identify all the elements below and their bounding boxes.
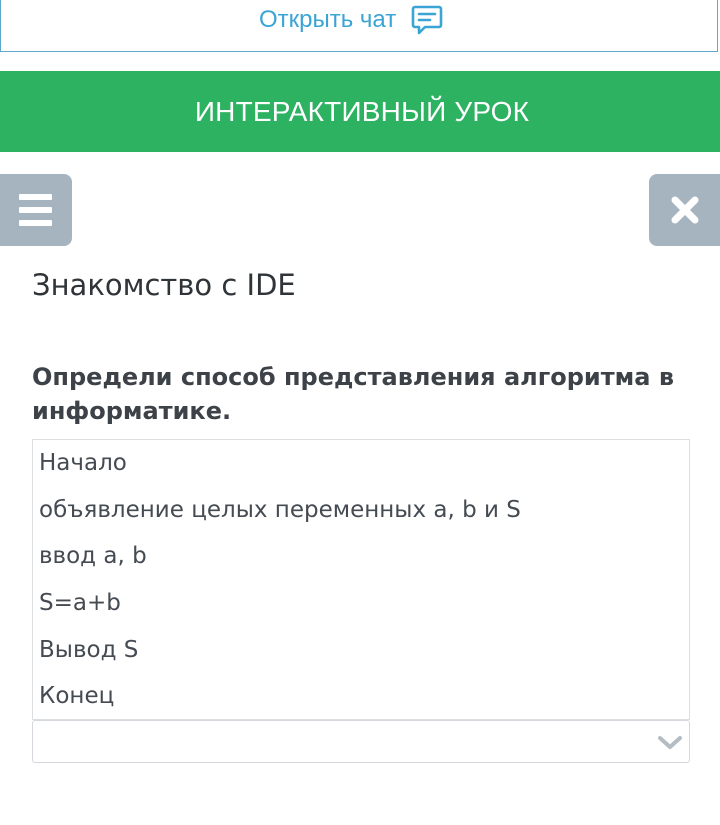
- menu-button[interactable]: [0, 174, 72, 246]
- algorithm-line: объявление целых переменных a, b и S: [39, 497, 521, 523]
- open-chat-label: Открыть чат: [259, 6, 397, 33]
- open-chat-button[interactable]: Открыть чат: [259, 0, 444, 40]
- algorithm-line: ввод a, b: [39, 543, 147, 569]
- close-icon: [671, 196, 699, 224]
- close-button[interactable]: [649, 174, 720, 246]
- answer-select[interactable]: [32, 720, 690, 763]
- algorithm-line: S=a+b: [39, 590, 121, 616]
- algorithm-line: Вывод S: [39, 637, 139, 663]
- algorithm-box: Начало объявление целых переменных a, b …: [32, 439, 690, 720]
- banner-title: ИНТЕРАКТИВНЫЙ УРОК: [194, 95, 530, 127]
- algorithm-line: Начало: [39, 450, 127, 476]
- interactive-lesson-banner: ИНТЕРАКТИВНЫЙ УРОК: [0, 71, 720, 152]
- chat-bar: Открыть чат: [0, 0, 718, 52]
- algorithm-line: Конец: [39, 683, 115, 709]
- lesson-title: Знакомство с IDE: [32, 268, 296, 302]
- chat-bubble-icon: [411, 5, 443, 35]
- chevron-down-icon: [658, 736, 682, 749]
- question-text: Определи способ представления алгоритма …: [32, 363, 674, 425]
